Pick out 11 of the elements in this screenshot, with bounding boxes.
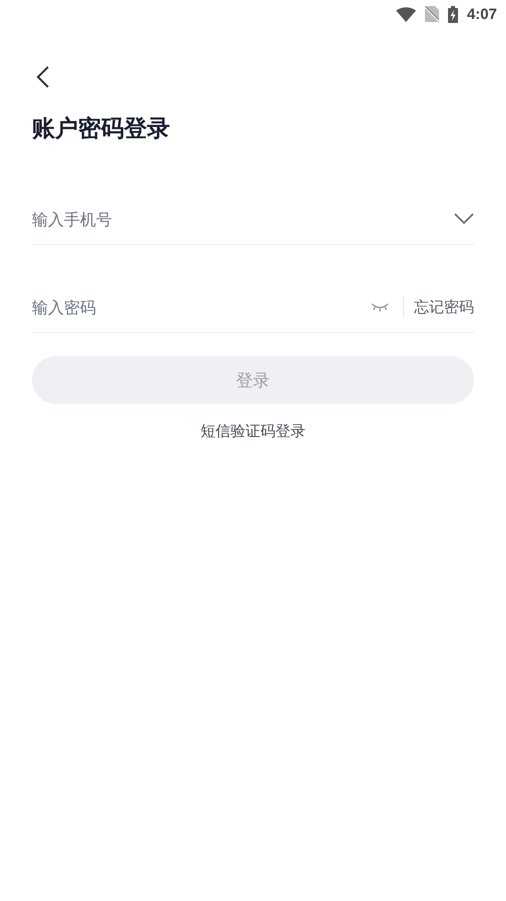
status-time: 4:07 xyxy=(466,6,497,22)
forgot-password-link[interactable]: 忘记密码 xyxy=(414,298,474,316)
password-input-field[interactable]: 输入密码 xyxy=(32,298,361,316)
eye-closed-icon[interactable] xyxy=(371,302,389,312)
phone-input-field[interactable]: 输入手机号 xyxy=(32,210,444,228)
battery-charging-icon xyxy=(448,6,458,22)
chevron-down-icon[interactable] xyxy=(454,213,474,225)
sms-login-link[interactable]: 短信验证码登录 xyxy=(200,422,306,441)
wifi-icon xyxy=(396,6,416,22)
page-title: 账户密码登录 xyxy=(32,115,171,144)
no-sim-icon xyxy=(424,6,439,22)
